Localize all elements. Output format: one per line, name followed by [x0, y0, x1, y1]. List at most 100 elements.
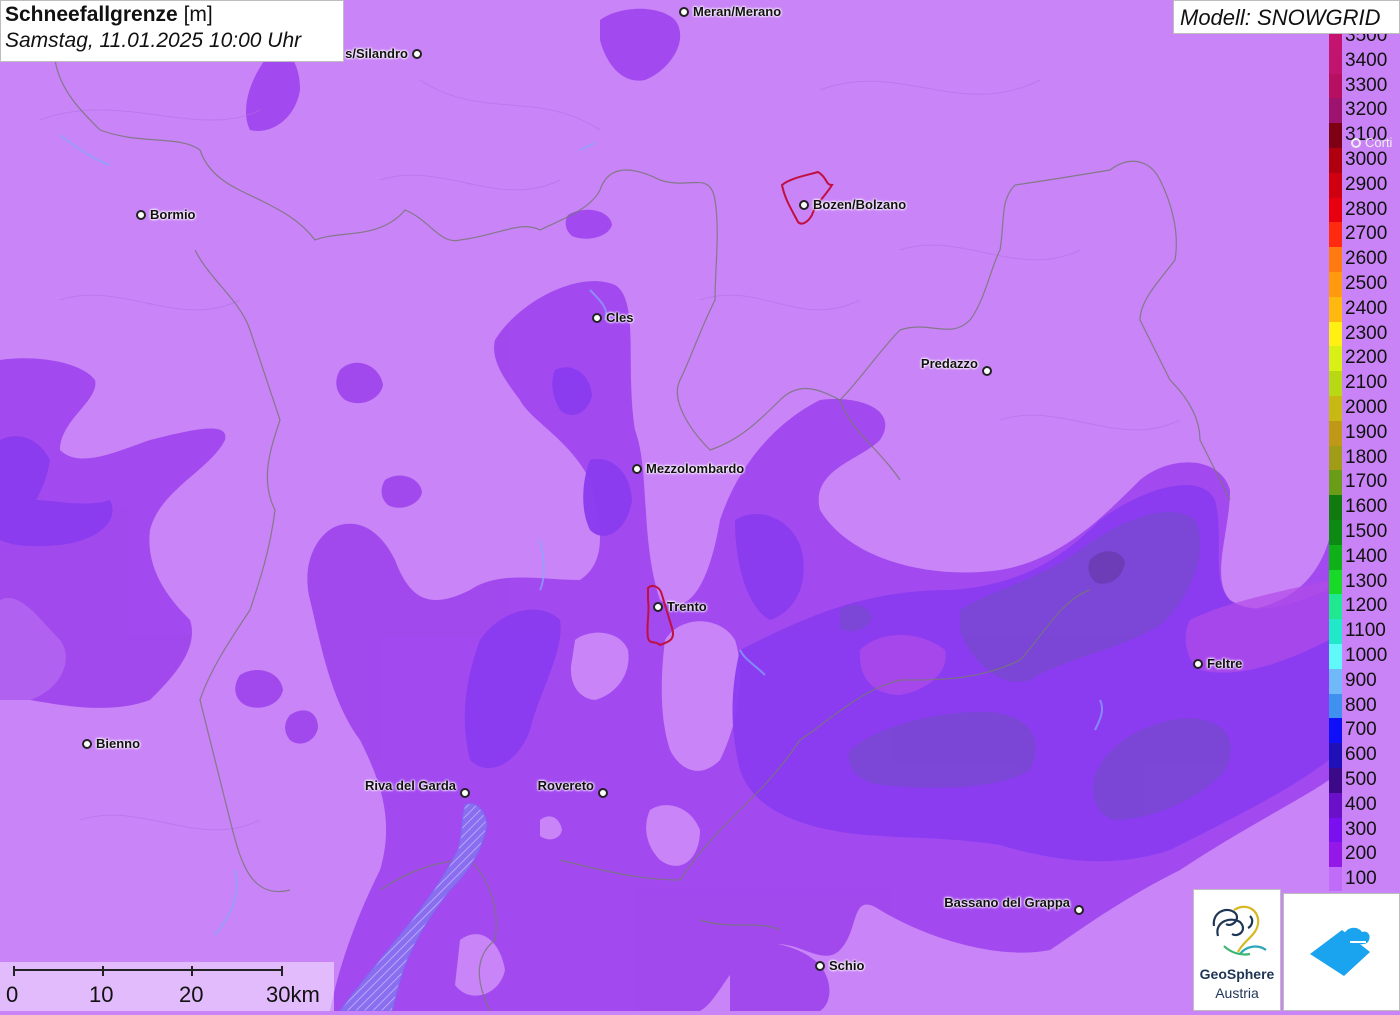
city-marker-icon[interactable]	[592, 313, 602, 323]
legend-swatch	[1329, 619, 1342, 644]
legend-row-2400: 2400	[1329, 296, 1400, 322]
city-label[interactable]: Predazzo	[921, 356, 978, 371]
city-label[interactable]: Bassano del Grappa	[944, 895, 1070, 910]
geosphere-logo-line2: Austria	[1215, 985, 1259, 1001]
city-label[interactable]: Schio	[829, 958, 864, 973]
city-label[interactable]: Feltre	[1207, 656, 1242, 671]
city-label[interactable]: Rovereto	[538, 778, 594, 793]
weather-cloud-logo-icon	[1310, 927, 1370, 976]
city-label[interactable]: s/Silandro	[345, 46, 408, 61]
legend-swatch	[1329, 420, 1342, 446]
legend-swatch	[1329, 495, 1342, 520]
city-marker-icon[interactable]	[136, 210, 146, 220]
city-marker-icon[interactable]	[1074, 905, 1084, 915]
city-label[interactable]: Meran/Merano	[693, 4, 781, 19]
city-marker-icon[interactable]	[412, 49, 422, 59]
legend-swatch	[1329, 470, 1342, 496]
legend-row-100: 100	[1329, 867, 1400, 891]
city-marker-icon[interactable]	[632, 464, 642, 474]
legend-swatch	[1329, 693, 1342, 719]
legend-swatch	[1329, 544, 1342, 570]
legend-row-200: 200	[1329, 842, 1400, 868]
legend-label: 2000	[1343, 396, 1400, 421]
legend-swatch	[1329, 743, 1342, 768]
city-label[interactable]: Bozen/Bolzano	[813, 197, 906, 212]
legend-row-900: 900	[1329, 668, 1400, 694]
legend-swatch	[1329, 172, 1342, 198]
legend-row-800: 800	[1329, 693, 1400, 719]
scale-label-0: 0	[6, 982, 19, 1007]
legend-swatch	[1329, 197, 1342, 223]
legend-label: 200	[1343, 842, 1400, 868]
legend-label: 1400	[1343, 544, 1400, 570]
map-datetime: Samstag, 11.01.2025 10:00 Uhr	[5, 29, 302, 52]
city-label[interactable]: Bienno	[96, 736, 140, 751]
legend-label: 2700	[1343, 222, 1400, 248]
city-marker-icon[interactable]	[460, 788, 470, 798]
legend-row-3300: 3300	[1329, 73, 1400, 99]
city-label[interactable]: Mezzolombardo	[646, 461, 744, 476]
map-title-box: Schneefallgrenze [m] Samstag, 11.01.2025…	[0, 0, 344, 62]
legend-row-3200: 3200	[1329, 98, 1400, 124]
legend-swatch	[1329, 842, 1342, 868]
city-marker-icon[interactable]	[82, 739, 92, 749]
legend-swatch	[1329, 73, 1342, 99]
legend-label: 700	[1343, 718, 1400, 744]
city-marker-icon[interactable]	[799, 200, 809, 210]
legend-swatch	[1329, 321, 1342, 347]
legend-row-2600: 2600	[1329, 247, 1400, 272]
legend-label: 1300	[1343, 569, 1400, 595]
legend-row-2500: 2500	[1329, 272, 1400, 297]
city-marker-icon[interactable]	[1351, 138, 1361, 148]
legend-row-3500: 3500	[1329, 34, 1400, 49]
city-marker-icon[interactable]	[598, 788, 608, 798]
snowfall-limit-map[interactable]	[0, 0, 1400, 1011]
legend-row-600: 600	[1329, 743, 1400, 768]
city-marker-icon[interactable]	[1193, 659, 1203, 669]
legend-label: 3200	[1343, 98, 1400, 124]
geosphere-logo[interactable]: GeoSphere Austria	[1193, 889, 1281, 1011]
legend-swatch	[1329, 48, 1342, 74]
city-marker-icon[interactable]	[679, 7, 689, 17]
legend-row-2900: 2900	[1329, 172, 1400, 198]
city-label[interactable]: Trento	[667, 599, 707, 614]
legend-label: 3400	[1343, 48, 1400, 74]
legend-swatch	[1329, 222, 1342, 248]
legend-row-1600: 1600	[1329, 495, 1400, 520]
city-marker-icon[interactable]	[653, 602, 663, 612]
legend-label: 2800	[1343, 197, 1400, 223]
legend-label: 3500	[1343, 34, 1400, 49]
legend-row-2100: 2100	[1329, 371, 1400, 396]
map-title-variable: Schneefallgrenze	[5, 3, 178, 26]
scale-label-20: 20	[179, 982, 204, 1007]
legend-label: 100	[1343, 867, 1400, 891]
legend-row-1400: 1400	[1329, 544, 1400, 570]
legend-label: 1500	[1343, 520, 1400, 545]
legend-label: 1900	[1343, 420, 1400, 446]
scale-bar: 0 10 20 30km	[0, 962, 334, 1011]
legend-row-1000: 1000	[1329, 644, 1400, 669]
legend-row-3400: 3400	[1329, 48, 1400, 74]
legend-swatch	[1329, 272, 1342, 297]
legend-swatch	[1329, 768, 1342, 793]
city-marker-icon[interactable]	[982, 366, 992, 376]
legend-row-2800: 2800	[1329, 197, 1400, 223]
city-label[interactable]: Corti	[1365, 135, 1392, 150]
legend-row-700: 700	[1329, 718, 1400, 744]
model-label: Modell: SNOWGRID	[1173, 0, 1400, 34]
weather-app-logo[interactable]	[1283, 893, 1400, 1011]
legend-row-500: 500	[1329, 768, 1400, 793]
city-label[interactable]: Bormio	[150, 207, 196, 222]
city-label[interactable]: Riva del Garda	[365, 778, 456, 793]
legend-swatch	[1329, 148, 1342, 173]
map-title-unit: [m]	[183, 3, 213, 26]
legend-swatch	[1329, 371, 1342, 396]
legend-swatch	[1329, 34, 1342, 49]
geosphere-logo-line1: GeoSphere	[1199, 966, 1275, 982]
city-marker-icon[interactable]	[815, 961, 825, 971]
legend-swatch	[1329, 817, 1342, 843]
scale-bar-line	[13, 966, 283, 976]
city-label[interactable]: Cles	[606, 310, 633, 325]
legend-label: 3300	[1343, 73, 1400, 99]
legend-label: 500	[1343, 768, 1400, 793]
